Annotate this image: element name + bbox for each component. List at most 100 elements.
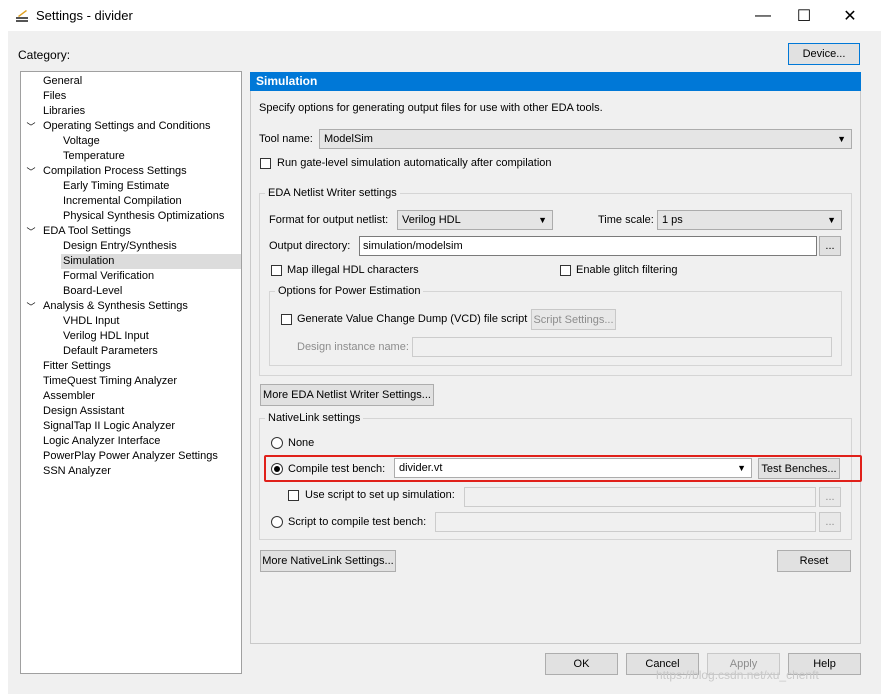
tree-item[interactable]: Temperature	[61, 149, 241, 164]
tree-item[interactable]: Board-Level	[61, 284, 241, 299]
close-button[interactable]: ✕	[827, 0, 873, 31]
tree-item[interactable]: General	[41, 74, 241, 89]
tree-item[interactable]: VHDL Input	[61, 314, 241, 329]
format-label: Format for output netlist:	[269, 214, 389, 226]
gate-level-label: Run gate-level simulation automatically …	[277, 157, 552, 169]
tree-item-label: PowerPlay Power Analyzer Settings	[43, 450, 218, 462]
tree-item[interactable]: Libraries	[41, 104, 241, 119]
use-script-input[interactable]	[464, 487, 816, 507]
tree-item-label: General	[43, 75, 83, 87]
vcd-checkbox[interactable]	[281, 314, 292, 325]
tree-item-label: Incremental Compilation	[63, 195, 182, 207]
output-dir-input[interactable]: simulation/modelsim	[359, 236, 817, 256]
tree-item[interactable]: Files	[41, 89, 241, 104]
tree-item[interactable]: Design Entry/Synthesis	[61, 239, 241, 254]
background-window-strip	[0, 31, 8, 694]
tree-item-label: EDA Tool Settings	[43, 225, 131, 237]
tree-item[interactable]: Analysis & Synthesis Settings	[41, 299, 241, 314]
ok-button[interactable]: OK	[545, 653, 618, 675]
tree-item[interactable]: Voltage	[61, 134, 241, 149]
tree-item[interactable]: TimeQuest Timing Analyzer	[41, 374, 241, 389]
tree-item[interactable]: Physical Synthesis Optimizations	[61, 209, 241, 224]
watermark-text: https://blog.csdn.net/xu_chenft	[656, 668, 819, 682]
instance-name-label: Design instance name:	[297, 341, 409, 353]
highlight-annotation	[264, 455, 862, 482]
timescale-combo[interactable]: 1 ps ▼	[657, 210, 842, 230]
use-script-checkbox[interactable]	[288, 490, 299, 501]
dropdown-arrow-icon: ▼	[538, 215, 547, 225]
tree-item[interactable]: Early Timing Estimate	[61, 179, 241, 194]
more-nativelink-settings-button[interactable]: More NativeLink Settings...	[260, 550, 396, 572]
eda-netlist-group-title: EDA Netlist Writer settings	[265, 187, 400, 199]
tree-item[interactable]: SSN Analyzer	[41, 464, 241, 479]
tree-item[interactable]: SignalTap II Logic Analyzer	[41, 419, 241, 434]
tool-name-label: Tool name:	[259, 133, 313, 145]
glitch-filtering-label: Enable glitch filtering	[576, 264, 678, 276]
more-eda-settings-button[interactable]: More EDA Netlist Writer Settings...	[260, 384, 434, 406]
category-tree[interactable]: General Files Libraries Operating Settings …	[20, 71, 242, 674]
minimize-button[interactable]: —	[740, 0, 786, 31]
browse-script-compile-button[interactable]: ...	[819, 512, 841, 532]
tree-item-label: Board-Level	[63, 285, 123, 297]
none-label: None	[288, 437, 315, 449]
chevron-down-icon[interactable]: ﹀	[26, 300, 36, 313]
timescale-label: Time scale:	[598, 214, 654, 226]
tree-item[interactable]: EDA Tool Settings	[41, 224, 241, 239]
tree-item-label: Temperature	[63, 150, 125, 162]
tool-name-combo[interactable]: ModelSim ▼	[319, 129, 852, 149]
tree-item-label: Compilation Process Settings	[43, 165, 187, 177]
format-combo[interactable]: Verilog HDL ▼	[397, 210, 553, 230]
tree-item-label: Libraries	[43, 105, 86, 117]
tree-item-label: VHDL Input	[63, 315, 120, 327]
map-illegal-checkbox[interactable]	[271, 265, 282, 276]
description-text: Specify options for generating output fi…	[259, 102, 603, 114]
tree-item-label: Operating Settings and Conditions	[43, 120, 211, 132]
tree-item-label: Files	[43, 90, 67, 102]
tree-item-label: Design Assistant	[43, 405, 125, 417]
chevron-down-icon[interactable]: ﹀	[26, 225, 36, 238]
tree-item-label: Fitter Settings	[43, 360, 111, 372]
nativelink-group-title: NativeLink settings	[265, 412, 364, 424]
tree-item[interactable]: Logic Analyzer Interface	[41, 434, 241, 449]
tree-item-label: Verilog HDL Input	[63, 330, 149, 342]
script-compile-radio[interactable]	[271, 516, 283, 528]
gate-level-checkbox[interactable]	[260, 158, 271, 169]
script-compile-label: Script to compile test bench:	[288, 516, 427, 528]
reset-button[interactable]: Reset	[777, 550, 851, 572]
map-illegal-label: Map illegal HDL characters	[287, 264, 419, 276]
tree-item[interactable]: Design Assistant	[41, 404, 241, 419]
tree-item-label: Default Parameters	[63, 345, 158, 357]
tree-item[interactable]: Incremental Compilation	[61, 194, 241, 209]
dropdown-arrow-icon: ▼	[827, 215, 836, 225]
tree-item[interactable]: Default Parameters	[61, 344, 241, 359]
maximize-button[interactable]: ☐	[781, 0, 827, 31]
use-script-label: Use script to set up simulation:	[305, 489, 455, 501]
browse-output-dir-button[interactable]: ...	[819, 236, 841, 256]
tree-item[interactable]: Operating Settings and Conditions	[41, 119, 241, 134]
script-settings-button[interactable]: Script Settings...	[531, 309, 616, 330]
script-compile-input[interactable]	[435, 512, 816, 532]
chevron-down-icon[interactable]: ﹀	[26, 165, 36, 178]
tree-item-label: Simulation	[63, 255, 115, 267]
chevron-down-icon[interactable]: ﹀	[26, 120, 36, 133]
tool-name-value: ModelSim	[324, 133, 373, 145]
tree-item-label: Formal Verification	[63, 270, 155, 282]
none-radio[interactable]	[271, 437, 283, 449]
tree-item-label: Logic Analyzer Interface	[43, 435, 161, 447]
tree-item[interactable]: Assembler	[41, 389, 241, 404]
browse-use-script-button[interactable]: ...	[819, 487, 841, 507]
output-dir-label: Output directory:	[269, 240, 351, 252]
tree-item-label: SignalTap II Logic Analyzer	[43, 420, 176, 432]
tree-item[interactable]: Verilog HDL Input	[61, 329, 241, 344]
tree-item[interactable]: Simulation	[61, 254, 241, 269]
tree-item[interactable]: Formal Verification	[61, 269, 241, 284]
title-bar: Settings - divider — ☐ ✕	[0, 0, 881, 31]
tree-item[interactable]: Fitter Settings	[41, 359, 241, 374]
tree-item[interactable]: Compilation Process Settings	[41, 164, 241, 179]
device-button[interactable]: Device...	[788, 43, 860, 65]
tree-item-label: Assembler	[43, 390, 95, 402]
tree-item[interactable]: PowerPlay Power Analyzer Settings	[41, 449, 241, 464]
window-title: Settings - divider	[36, 8, 133, 23]
glitch-filtering-checkbox[interactable]	[560, 265, 571, 276]
instance-name-input[interactable]	[412, 337, 832, 357]
